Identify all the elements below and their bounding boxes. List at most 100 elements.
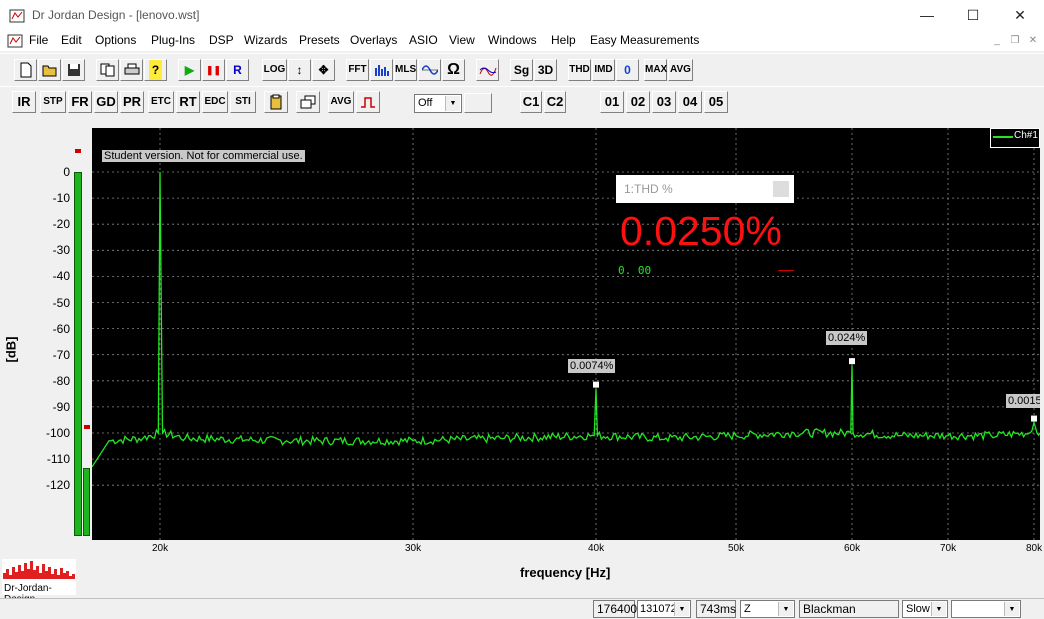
menu-windows[interactable]: Windows bbox=[488, 33, 537, 47]
mdi-close-button[interactable]: ✕ bbox=[1025, 34, 1041, 48]
windows-button[interactable] bbox=[296, 91, 320, 113]
speed-select[interactable]: Slow ▼ bbox=[902, 600, 948, 618]
clipboard-button[interactable] bbox=[264, 91, 288, 113]
menu-edit[interactable]: Edit bbox=[61, 33, 82, 47]
maximize-button[interactable]: ☐ bbox=[950, 0, 996, 31]
sg-button[interactable]: Sg bbox=[510, 59, 533, 81]
mdi-restore-button[interactable]: ❐ bbox=[1007, 34, 1023, 48]
generator-select-value: Off bbox=[418, 97, 433, 109]
chevron-down-icon: ▼ bbox=[931, 602, 946, 616]
record-button[interactable]: R bbox=[226, 59, 249, 81]
speed-value: Slow bbox=[906, 603, 930, 615]
max-button[interactable]: MAX bbox=[644, 59, 667, 81]
x-axis-label: frequency [Hz] bbox=[520, 565, 611, 580]
duration: 743ms bbox=[696, 600, 736, 618]
gd-button[interactable]: GD bbox=[94, 91, 118, 113]
minimize-button[interactable]: — bbox=[904, 0, 950, 31]
menu-wizards[interactable]: Wizards bbox=[244, 33, 287, 47]
harmonic-marker[interactable] bbox=[849, 358, 855, 365]
new-file-icon bbox=[20, 62, 31, 78]
loudspeaker-button[interactable] bbox=[476, 59, 499, 81]
harmonic-marker[interactable] bbox=[593, 381, 599, 388]
pulse-button[interactable] bbox=[356, 91, 380, 113]
menu-plugins[interactable]: Plug-Ins bbox=[151, 33, 195, 47]
save-button[interactable] bbox=[62, 59, 85, 81]
legend-label: Ch#1 bbox=[1014, 130, 1038, 141]
ir-button[interactable]: IR bbox=[12, 91, 36, 113]
move-button[interactable]: ✥ bbox=[312, 59, 335, 81]
rt-button[interactable]: RT bbox=[176, 91, 200, 113]
extra-select[interactable]: ▼ bbox=[951, 600, 1021, 618]
logo-graphic bbox=[3, 561, 75, 579]
y-tick-label: -30 bbox=[52, 243, 70, 258]
window-title: Dr Jordan Design - [lenovo.wst] bbox=[32, 8, 200, 22]
weighting-select[interactable]: Z ▼ bbox=[740, 600, 795, 618]
copy-button[interactable] bbox=[96, 59, 119, 81]
thd-panel-header[interactable]: 1:THD % bbox=[616, 175, 794, 203]
play-button[interactable]: ▶ bbox=[178, 59, 201, 81]
menu-dsp[interactable]: DSP bbox=[209, 33, 234, 47]
x-tick-label: 30k bbox=[405, 543, 422, 554]
thd-button[interactable]: THD bbox=[568, 59, 591, 81]
spectrum-plot[interactable]: Student version. Not for commercial use.… bbox=[92, 128, 1040, 540]
spectrum-button[interactable] bbox=[370, 59, 393, 81]
menu-overlays[interactable]: Overlays bbox=[350, 33, 397, 47]
overlay-01-button[interactable]: 01 bbox=[600, 91, 624, 113]
impedance-button[interactable]: Ω bbox=[442, 59, 465, 81]
generator-level-button[interactable] bbox=[464, 93, 492, 113]
pr-button[interactable]: PR bbox=[120, 91, 144, 113]
menu-file[interactable]: File bbox=[29, 33, 48, 47]
fr-button[interactable]: FR bbox=[68, 91, 92, 113]
3d-button[interactable]: 3D bbox=[534, 59, 557, 81]
ohm-icon: Ω bbox=[447, 61, 460, 78]
channel-2-button[interactable]: C2 bbox=[544, 91, 566, 113]
zero-button[interactable]: 0 bbox=[616, 59, 639, 81]
fft-size-select[interactable]: 131072 ▼ bbox=[637, 600, 691, 618]
toolbar-main: ? ▶ ❚❚ R LOG ↕ ✥ FFT MLS Ω Sg 3D THD IMD… bbox=[0, 53, 1044, 87]
stacked-windows-icon bbox=[300, 95, 316, 109]
edc-button[interactable]: EDC bbox=[202, 91, 228, 113]
sti-button[interactable]: STI bbox=[230, 91, 256, 113]
stp-button[interactable]: STP bbox=[40, 91, 66, 113]
menu-presets[interactable]: Presets bbox=[299, 33, 340, 47]
pause-button[interactable]: ❚❚ bbox=[202, 59, 225, 81]
menu-view[interactable]: View bbox=[449, 33, 475, 47]
imd-button[interactable]: IMD bbox=[592, 59, 615, 81]
menu-easy-measurements[interactable]: Easy Measurements bbox=[590, 33, 699, 47]
generator-select[interactable]: Off ▼ bbox=[414, 94, 462, 113]
menu-options[interactable]: Options bbox=[95, 33, 136, 47]
log-button[interactable]: LOG bbox=[262, 59, 287, 81]
menu-help[interactable]: Help bbox=[551, 33, 576, 47]
folder-open-icon bbox=[42, 65, 56, 77]
etc-button[interactable]: ETC bbox=[148, 91, 174, 113]
waveform-button[interactable] bbox=[418, 59, 441, 81]
overlay-02-button[interactable]: 02 bbox=[626, 91, 650, 113]
thd-subvalue: 0. 00 bbox=[618, 264, 652, 277]
harmonic-marker[interactable] bbox=[1031, 415, 1037, 422]
avg2-button[interactable]: AVG bbox=[328, 91, 354, 113]
menu-asio[interactable]: ASIO bbox=[409, 33, 438, 47]
floppy-disk-icon bbox=[67, 64, 80, 76]
sine-wave-icon bbox=[420, 65, 439, 75]
print-button[interactable] bbox=[120, 59, 143, 81]
doc-icon[interactable] bbox=[7, 33, 23, 49]
thd-panel-close[interactable] bbox=[773, 181, 789, 197]
y-tick-label: -10 bbox=[52, 191, 70, 206]
overlay-03-button[interactable]: 03 bbox=[652, 91, 676, 113]
x-tick-label: 20k bbox=[152, 543, 169, 554]
y-tick-label: -50 bbox=[52, 295, 70, 310]
avg-button[interactable]: AVG bbox=[668, 59, 693, 81]
fft-button[interactable]: FFT bbox=[346, 59, 369, 81]
mdi-minimize-button[interactable]: _ bbox=[989, 34, 1005, 48]
mls-button[interactable]: MLS bbox=[394, 59, 417, 81]
y-tick-label: -20 bbox=[52, 217, 70, 232]
new-file-button[interactable] bbox=[14, 59, 37, 81]
help-button[interactable]: ? bbox=[144, 59, 167, 81]
series-ch1-line bbox=[92, 171, 1040, 468]
channel-1-button[interactable]: C1 bbox=[520, 91, 542, 113]
overlay-05-button[interactable]: 05 bbox=[704, 91, 728, 113]
close-button[interactable]: ✕ bbox=[997, 0, 1043, 31]
overlay-04-button[interactable]: 04 bbox=[678, 91, 702, 113]
open-file-button[interactable] bbox=[38, 59, 61, 81]
vertical-zoom-button[interactable]: ↕ bbox=[288, 59, 311, 81]
